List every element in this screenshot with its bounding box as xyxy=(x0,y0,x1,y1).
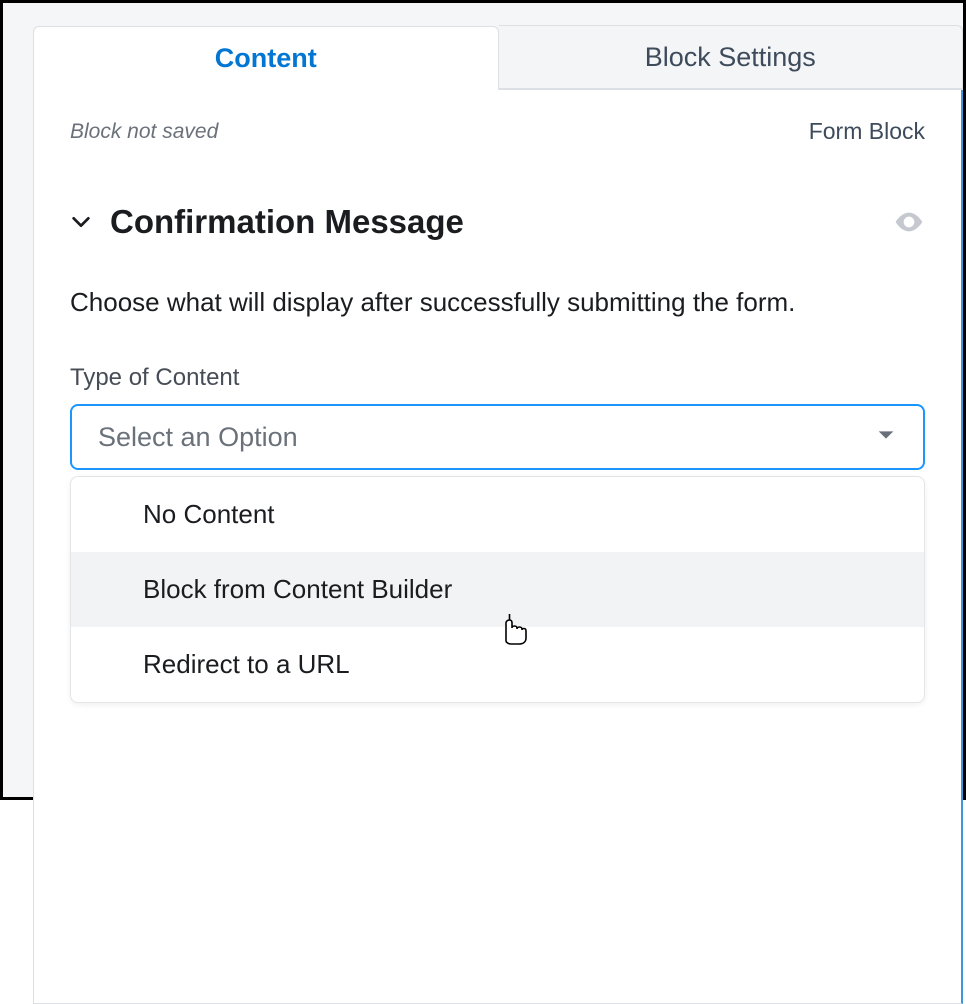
select-placeholder: Select an Option xyxy=(98,422,875,453)
tabs: Content Block Settings xyxy=(33,25,963,90)
tab-block-settings[interactable]: Block Settings xyxy=(499,25,964,89)
tab-panel-content: Block not saved Form Block Confirmation … xyxy=(33,90,963,1004)
section-description: Choose what will display after successfu… xyxy=(70,285,925,320)
option-label: Block from Content Builder xyxy=(143,574,452,604)
panel-area: Content Block Settings Block not saved F… xyxy=(33,25,963,1004)
option-label: No Content xyxy=(143,499,275,529)
eye-icon[interactable] xyxy=(893,206,925,238)
tab-content-label: Content xyxy=(215,43,317,74)
save-status: Block not saved xyxy=(70,120,218,144)
tab-block-settings-label: Block Settings xyxy=(645,42,816,73)
option-block-from-content-builder[interactable]: Block from Content Builder xyxy=(71,552,924,627)
section-header[interactable]: Confirmation Message xyxy=(70,203,925,241)
section-title: Confirmation Message xyxy=(110,203,875,241)
option-label: Redirect to a URL xyxy=(143,649,350,679)
panel-frame: Content Block Settings Block not saved F… xyxy=(0,0,966,800)
type-of-content-dropdown: No Content Block from Content Builder Re… xyxy=(70,476,925,703)
option-no-content[interactable]: No Content xyxy=(71,477,924,552)
caret-down-icon xyxy=(875,424,897,451)
option-redirect-to-url[interactable]: Redirect to a URL xyxy=(71,627,924,702)
type-of-content-select[interactable]: Select an Option xyxy=(70,404,925,470)
tab-content[interactable]: Content xyxy=(33,26,499,90)
field-label-type-of-content: Type of Content xyxy=(70,364,925,392)
chevron-down-icon xyxy=(70,211,92,233)
block-type-label: Form Block xyxy=(809,118,925,145)
status-row: Block not saved Form Block xyxy=(70,118,925,145)
